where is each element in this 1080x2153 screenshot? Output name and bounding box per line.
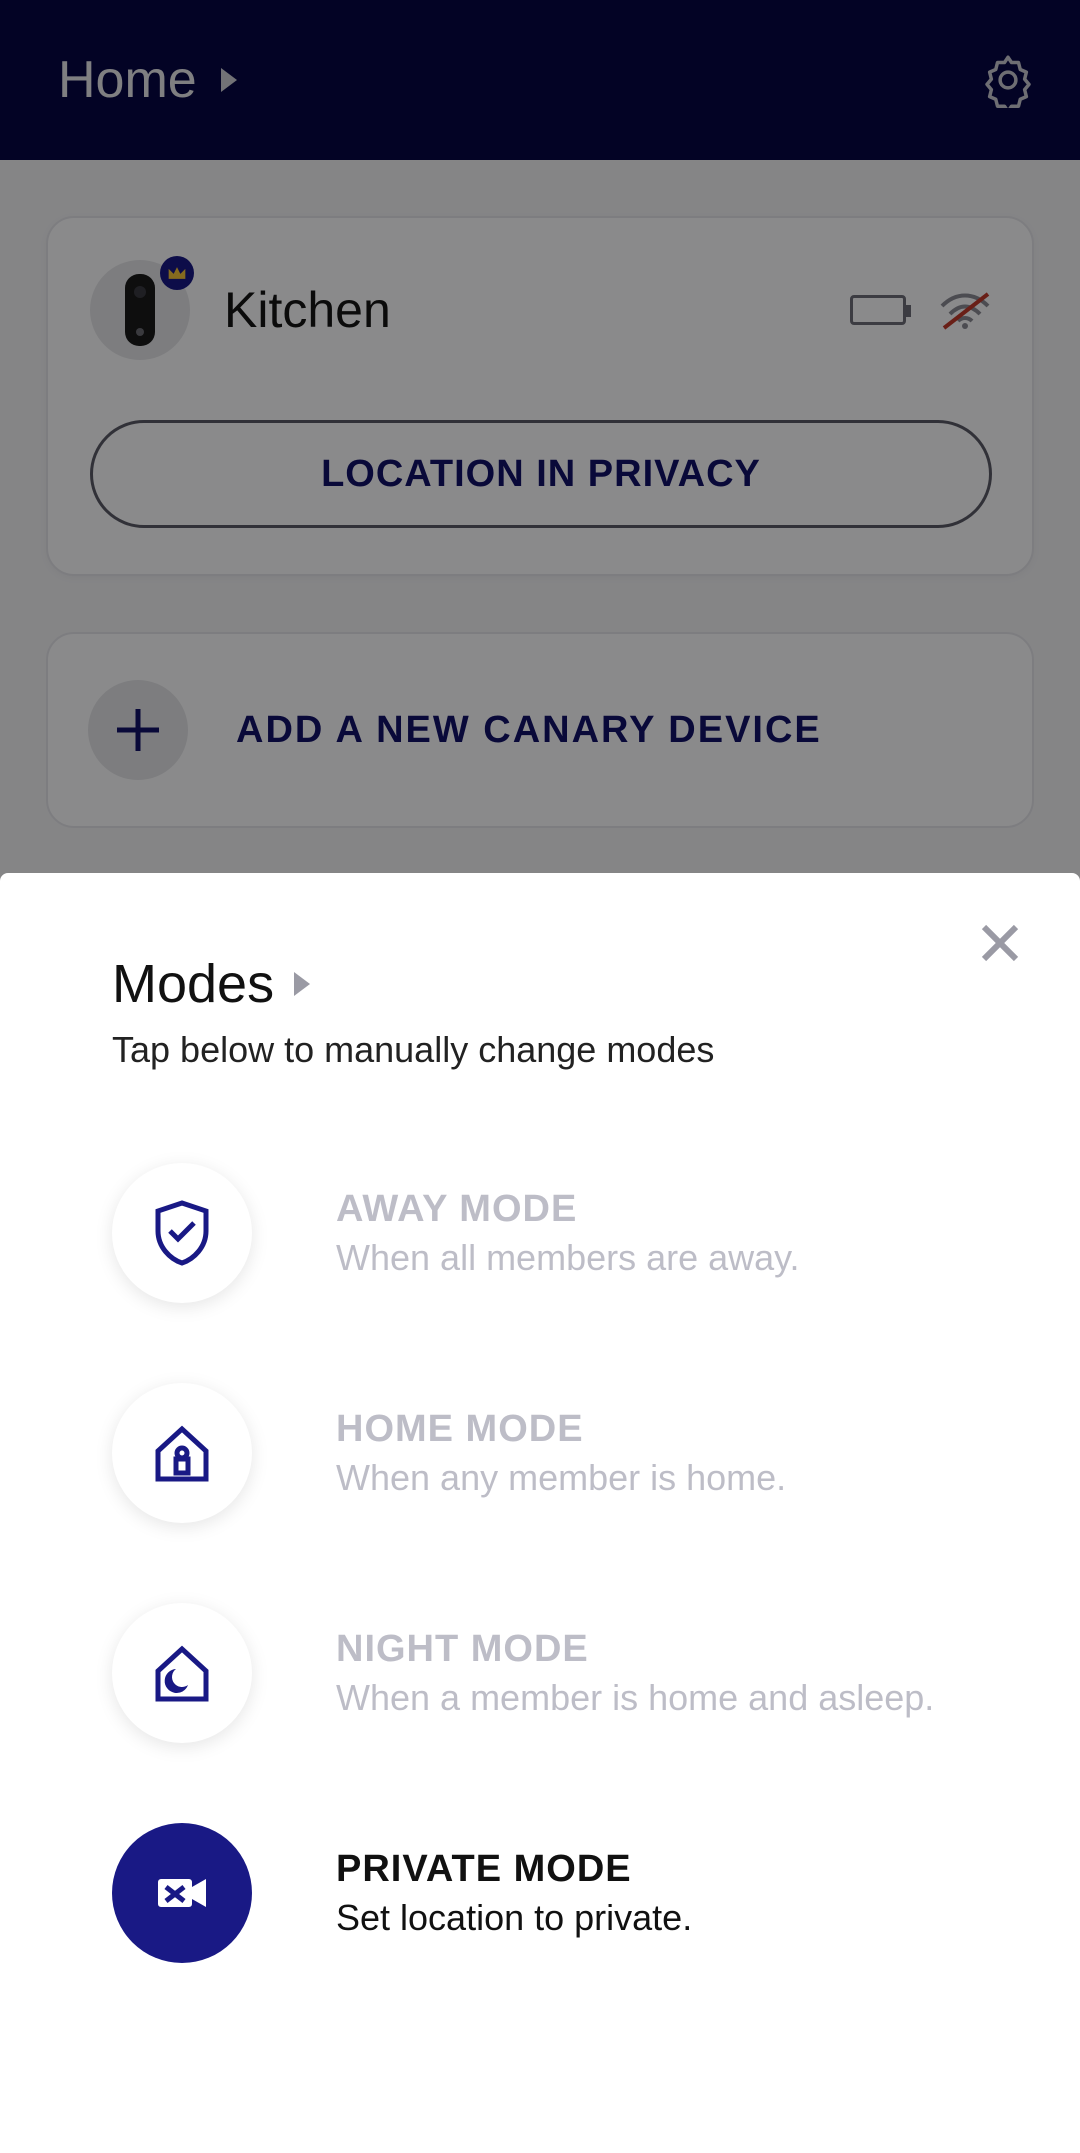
sheet-title: Modes: [112, 953, 274, 1015]
close-icon: [976, 919, 1024, 967]
camera-off-icon: [112, 1823, 252, 1963]
caret-right-icon: [294, 972, 310, 996]
sheet-title-row[interactable]: Modes: [112, 953, 1080, 1015]
mode-label: PRIVATE MODE: [336, 1848, 692, 1891]
mode-text: AWAY MODE When all members are away.: [336, 1188, 800, 1279]
mode-private[interactable]: PRIVATE MODE Set location to private.: [112, 1823, 1080, 1963]
mode-text: PRIVATE MODE Set location to private.: [336, 1848, 692, 1939]
mode-home[interactable]: HOME MODE When any member is home.: [112, 1383, 1080, 1523]
sheet-subtitle: Tap below to manually change modes: [112, 1029, 1080, 1071]
mode-label: HOME MODE: [336, 1408, 786, 1451]
mode-label: AWAY MODE: [336, 1188, 800, 1231]
mode-desc: Set location to private.: [336, 1897, 692, 1939]
mode-desc: When any member is home.: [336, 1457, 786, 1499]
mode-away[interactable]: AWAY MODE When all members are away.: [112, 1163, 1080, 1303]
close-button[interactable]: [976, 919, 1024, 967]
mode-desc: When a member is home and asleep.: [336, 1677, 934, 1719]
modes-sheet: Modes Tap below to manually change modes…: [0, 873, 1080, 2153]
shield-check-icon: [112, 1163, 252, 1303]
modes-list: AWAY MODE When all members are away. HOM…: [0, 1163, 1080, 1963]
home-person-icon: [112, 1383, 252, 1523]
mode-night[interactable]: NIGHT MODE When a member is home and asl…: [112, 1603, 1080, 1743]
mode-text: HOME MODE When any member is home.: [336, 1408, 786, 1499]
mode-desc: When all members are away.: [336, 1237, 800, 1279]
mode-text: NIGHT MODE When a member is home and asl…: [336, 1628, 934, 1719]
mode-label: NIGHT MODE: [336, 1628, 934, 1671]
home-moon-icon: [112, 1603, 252, 1743]
sheet-header: Modes Tap below to manually change modes: [0, 929, 1080, 1071]
